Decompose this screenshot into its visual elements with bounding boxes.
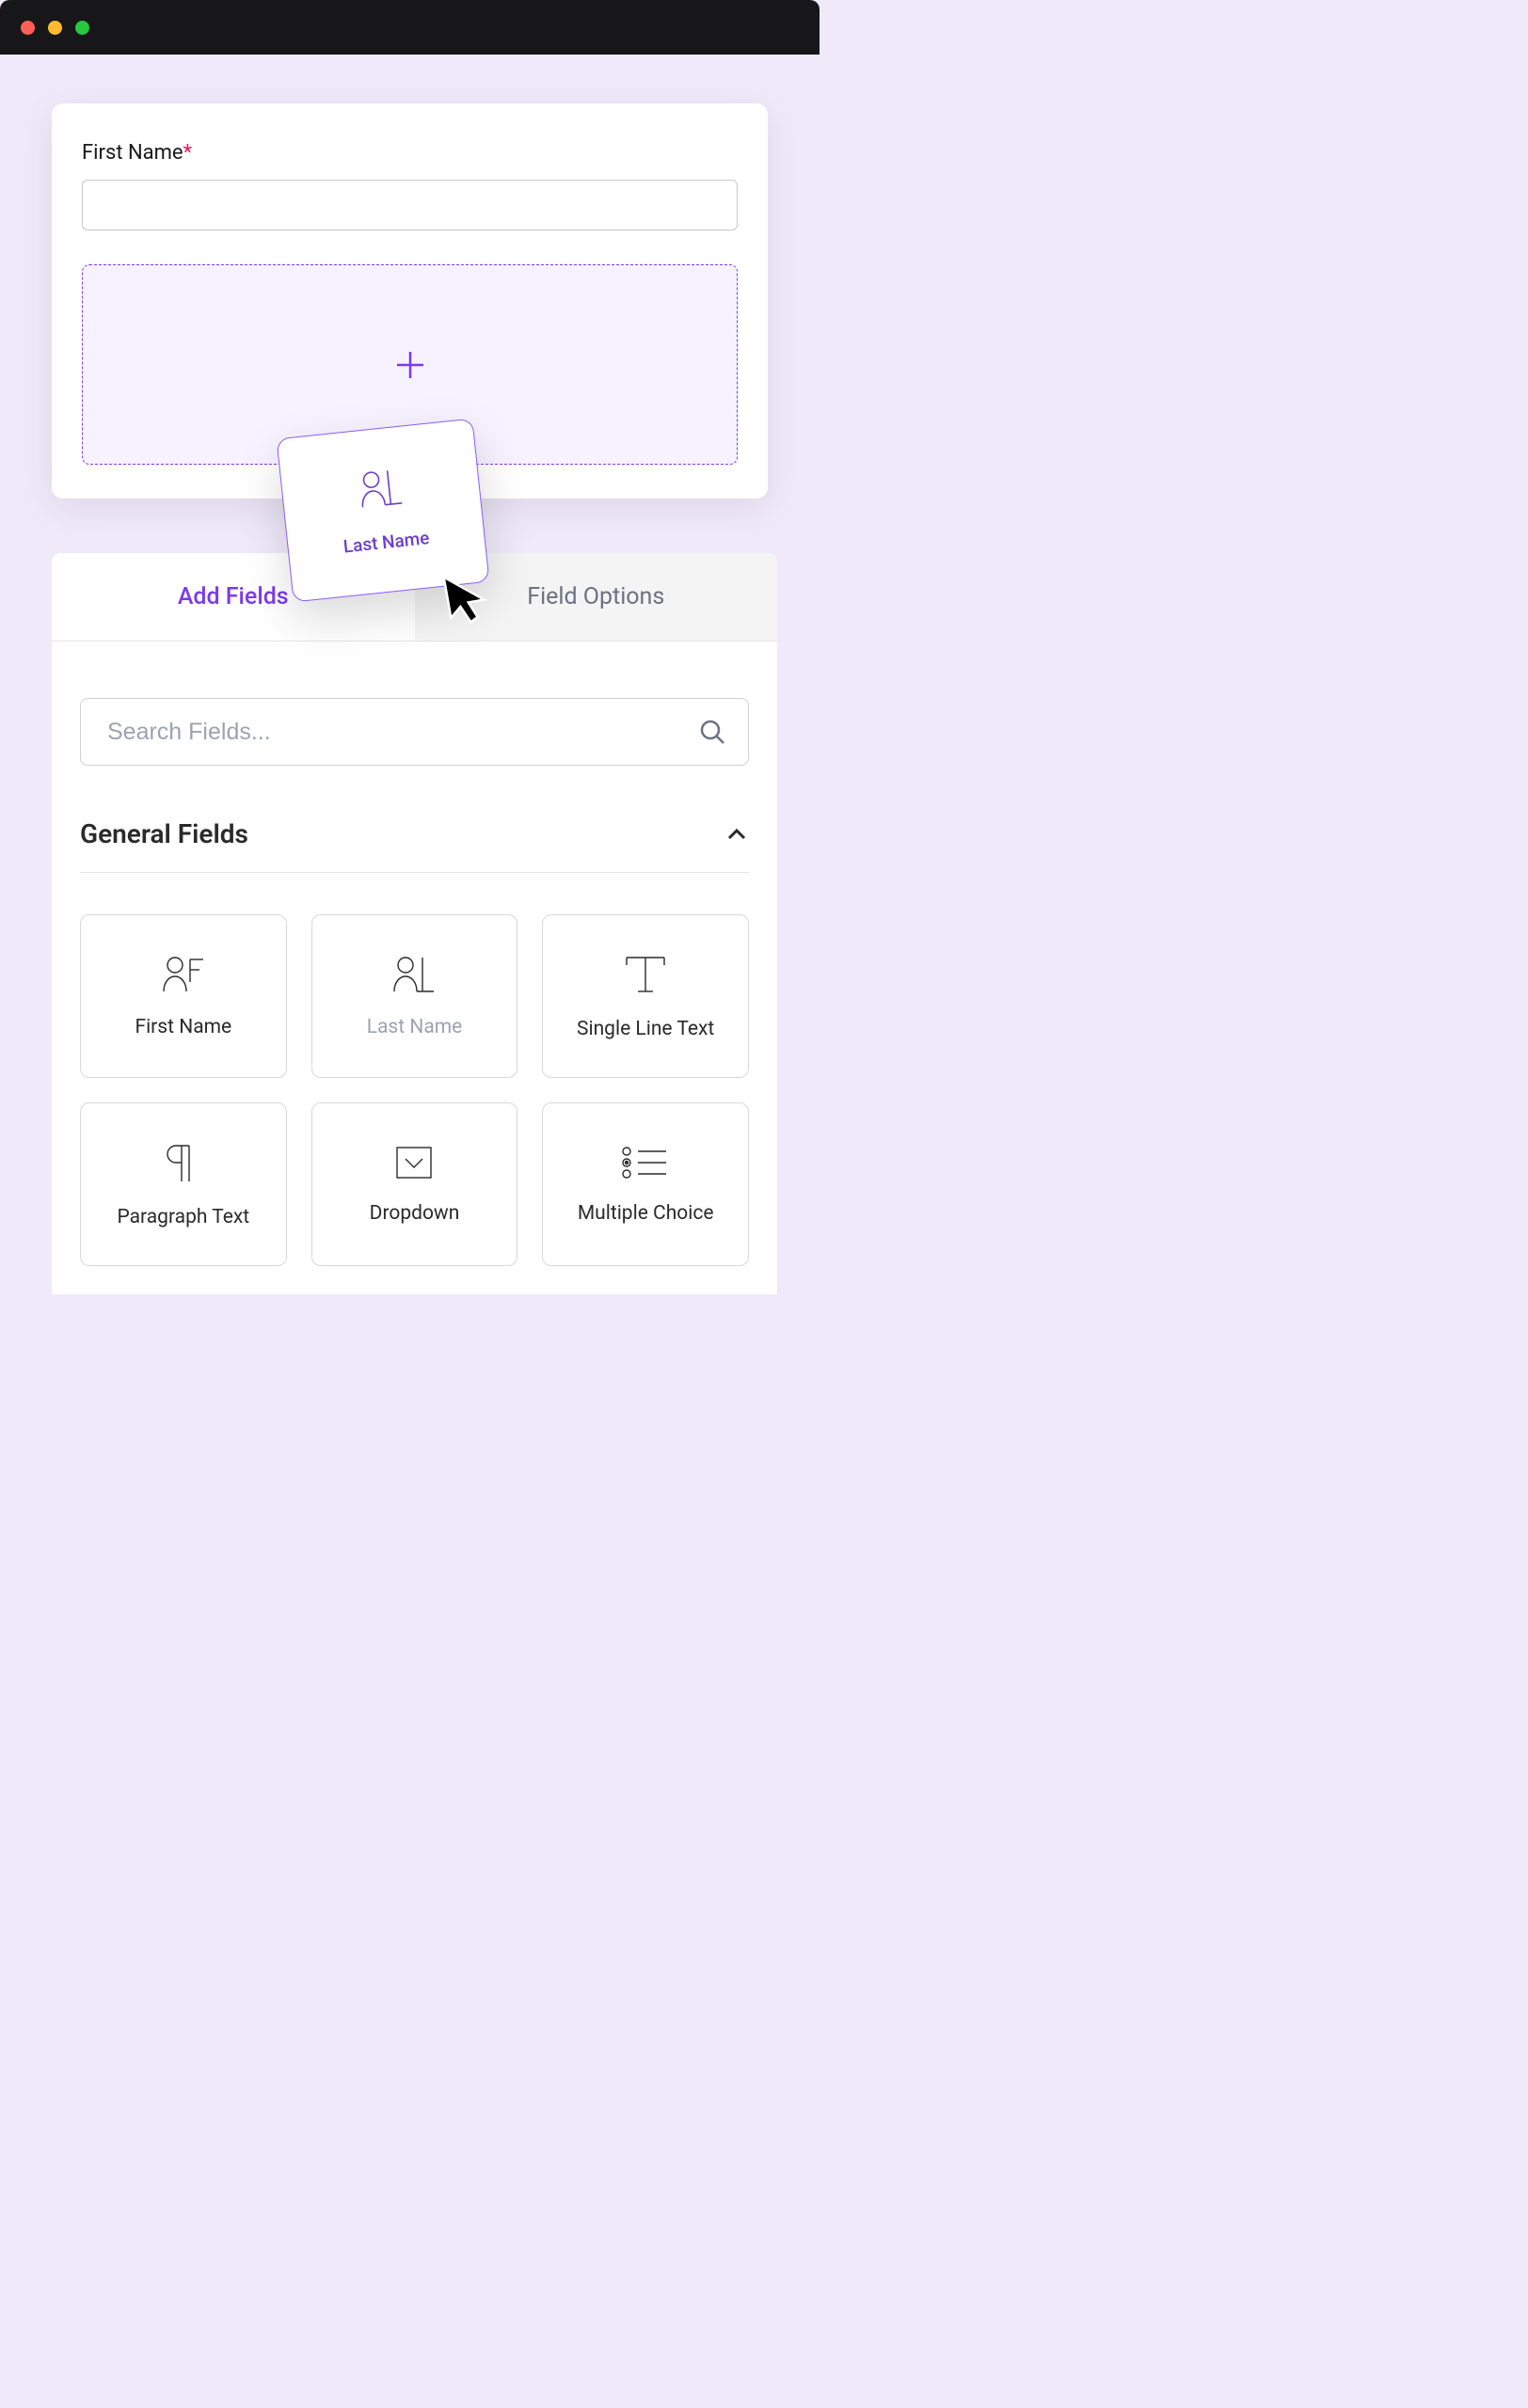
dropdown-icon [391,1144,437,1181]
plus-icon [391,346,429,384]
panel-body: General Fields First Name [52,642,777,1294]
tile-label: First Name [135,1016,231,1038]
field-grid: First Name Last Name [80,914,749,1266]
field-label-text: First Name [82,141,183,165]
cursor-icon [439,565,501,632]
first-name-input[interactable] [82,180,738,230]
dragging-tile-label: Last Name [342,527,431,557]
tile-label: Last Name [367,1016,463,1038]
minimize-window-button[interactable] [48,21,62,35]
section-title: General Fields [80,818,248,849]
field-tile-last-name[interactable]: Last Name [311,914,518,1078]
tile-label: Multiple Choice [578,1202,714,1225]
close-window-button[interactable] [21,21,35,35]
field-tile-multiple-choice[interactable]: Multiple Choice [542,1102,749,1266]
text-t-icon [617,952,674,997]
list-radio-icon [619,1144,672,1181]
search-fields-input[interactable] [80,698,749,766]
field-tile-dropdown[interactable]: Dropdown [311,1102,518,1266]
tile-label: Paragraph Text [117,1206,249,1228]
chevron-up-icon [724,822,749,847]
maximize-window-button[interactable] [75,21,89,35]
user-f-icon [158,954,209,995]
field-tile-paragraph-text[interactable]: Paragraph Text [80,1102,287,1266]
first-name-label: First Name* [82,141,738,165]
general-fields-header[interactable]: General Fields [80,818,749,873]
field-tile-single-line-text[interactable]: Single Line Text [542,914,749,1078]
window-titlebar [0,0,820,55]
search-wrapper [80,698,749,766]
field-panel: Add Fields Field Options General Fields [52,553,777,1294]
required-asterisk: * [183,141,192,165]
pilcrow-icon [163,1140,204,1185]
user-l-icon [389,954,439,995]
search-icon [698,718,726,746]
tile-label: Single Line Text [577,1018,714,1040]
tile-label: Dropdown [370,1202,460,1225]
form-preview-panel: First Name* Last Name [52,103,768,499]
field-tile-first-name[interactable]: First Name [80,914,287,1078]
user-l-icon [353,465,407,511]
